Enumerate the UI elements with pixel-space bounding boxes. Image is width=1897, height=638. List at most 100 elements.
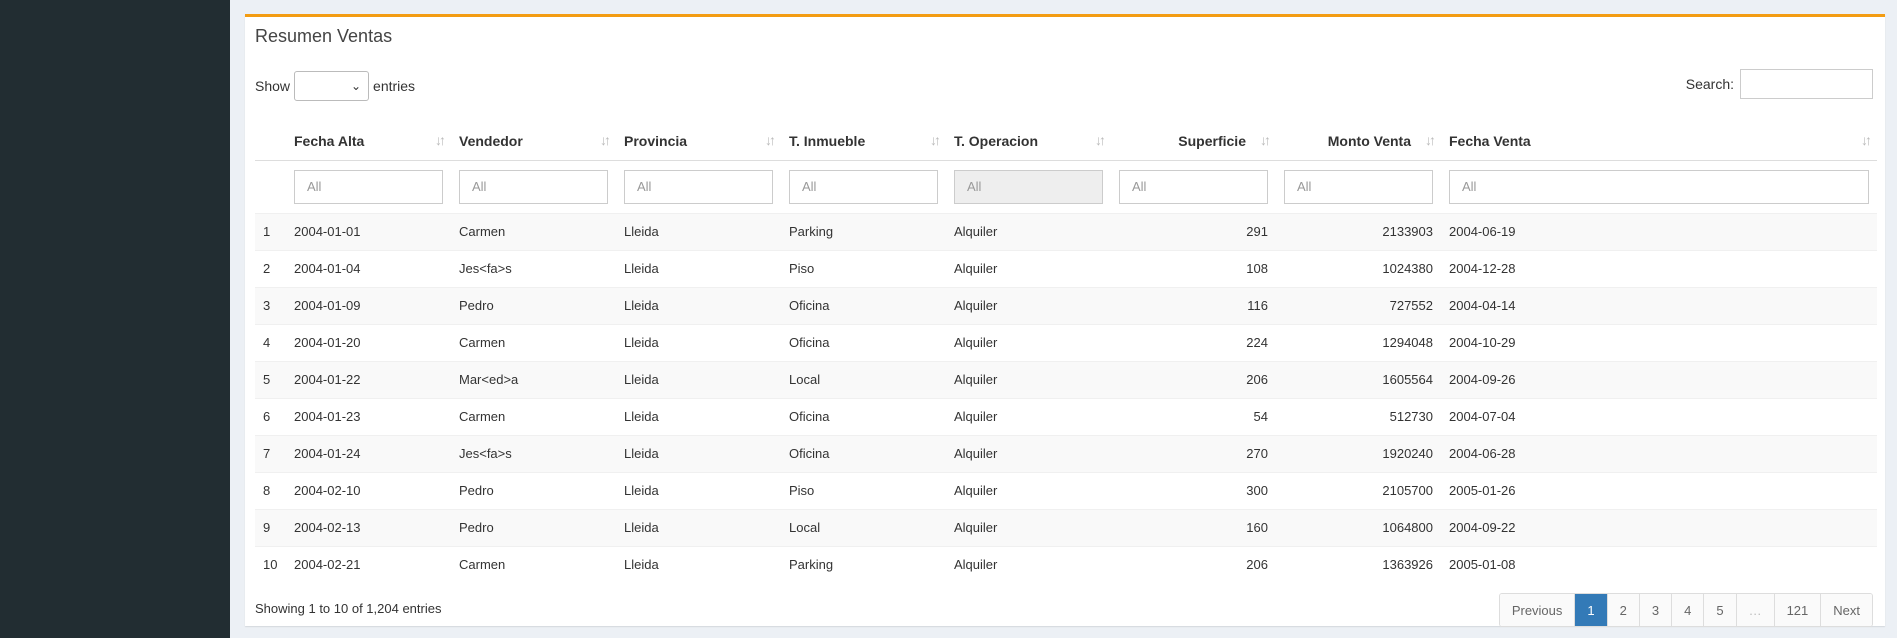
next-button[interactable]: Next: [1820, 594, 1872, 626]
table-cell: Alquiler: [946, 286, 1111, 324]
table-cell: 8: [255, 471, 286, 509]
table-cell: 727552: [1276, 286, 1441, 324]
table-cell: 2105700: [1276, 471, 1441, 509]
header-vendedor[interactable]: Vendedor ↓↑: [451, 122, 616, 161]
table-row[interactable]: 2 2004-01-04 Jes<fa>s Lleida Piso Alquiler 108…: [255, 249, 1877, 287]
table-cell: Jes<fa>s: [451, 434, 616, 472]
page-button-2[interactable]: 2: [1606, 594, 1639, 626]
sort-icon[interactable]: ↓↑: [600, 132, 611, 148]
page-button-5[interactable]: 5: [1703, 594, 1736, 626]
table-cell: 2004-01-22: [286, 360, 451, 398]
table-cell: 2004-01-20: [286, 323, 451, 361]
sort-icon[interactable]: ↓↑: [930, 132, 941, 148]
sort-icon[interactable]: ↓↑: [1260, 132, 1271, 148]
summary-box: Resumen Ventas Show ⌄ entries Search: Fe…: [245, 14, 1885, 627]
page-button-1[interactable]: 1: [1574, 594, 1607, 626]
table-cell: Parking: [781, 212, 946, 250]
table-cell: Pedro: [451, 471, 616, 509]
table-cell: Pedro: [451, 286, 616, 324]
table-cell: Lleida: [616, 434, 781, 472]
table-cell: 2004-01-24: [286, 434, 451, 472]
column-filter-input[interactable]: All: [1119, 169, 1268, 204]
table-cell: Carmen: [451, 323, 616, 361]
chevron-down-icon: ⌄: [350, 79, 362, 93]
table-cell: Mar<ed>a: [451, 360, 616, 398]
table-row[interactable]: 10 2004-02-21 Carmen Lleida Parking Alquiler 2…: [255, 545, 1877, 583]
sort-icon[interactable]: ↓↑: [1861, 132, 1872, 148]
table-cell: Piso: [781, 249, 946, 287]
header-fecha-alta[interactable]: Fecha Alta ↓↑: [286, 122, 451, 161]
page-button-121[interactable]: 121: [1773, 594, 1821, 626]
header-t-inmueble[interactable]: T. Inmueble ↓↑: [781, 122, 946, 161]
column-filter-input[interactable]: All: [459, 169, 608, 204]
table-cell: Alquiler: [946, 397, 1111, 435]
header-label: Fecha Venta: [1449, 132, 1531, 149]
table-cell: 160: [1111, 508, 1276, 546]
table-cell: Lleida: [616, 286, 781, 324]
filter-cell: All: [451, 160, 616, 213]
table-cell: Lleida: [616, 360, 781, 398]
table-cell: 10: [255, 545, 286, 583]
table-cell: 2004-12-28: [1441, 249, 1877, 287]
column-filter-input[interactable]: All: [789, 169, 938, 204]
previous-button[interactable]: Previous: [1499, 594, 1575, 626]
header-superficie[interactable]: Superficie ↓↑: [1111, 122, 1276, 161]
header-monto-venta[interactable]: Monto Venta ↓↑: [1276, 122, 1441, 161]
page-button-4[interactable]: 4: [1671, 594, 1704, 626]
table-cell: 2: [255, 249, 286, 287]
page-button-3[interactable]: 3: [1638, 594, 1672, 626]
search: Search:: [1686, 69, 1873, 99]
table-cell: Pedro: [451, 508, 616, 546]
table-cell: Lleida: [616, 323, 781, 361]
header-fecha-venta[interactable]: Fecha Venta ↓↑: [1441, 122, 1877, 161]
header-provincia[interactable]: Provincia ↓↑: [616, 122, 781, 161]
header-row: Fecha Alta ↓↑ Vendedor ↓↑ Provincia ↓↑ T. Inmu…: [255, 122, 1877, 161]
table-cell: Alquiler: [946, 545, 1111, 583]
table-cell: 206: [1111, 360, 1276, 398]
table-cell: Alquiler: [946, 508, 1111, 546]
table-cell: 2004-09-22: [1441, 508, 1877, 546]
entries-label: entries: [373, 78, 416, 94]
sort-icon[interactable]: ↓↑: [765, 132, 776, 148]
table-row[interactable]: 8 2004-02-10 Pedro Lleida Piso Alquiler 300 210…: [255, 471, 1877, 509]
column-filter-input[interactable]: All: [1449, 169, 1869, 204]
table-cell: 1920240: [1276, 434, 1441, 472]
main-content: Resumen Ventas Show ⌄ entries Search: Fe…: [230, 0, 1897, 638]
table-cell: 2004-04-14: [1441, 286, 1877, 324]
table-cell: Piso: [781, 471, 946, 509]
table-row[interactable]: 1 2004-01-01 Carmen Lleida Parking Alquiler 29…: [255, 212, 1877, 250]
table-row[interactable]: 6 2004-01-23 Carmen Lleida Oficina Alquiler 54…: [255, 397, 1877, 435]
table-cell: Oficina: [781, 323, 946, 361]
search-input[interactable]: [1740, 69, 1873, 99]
table-cell: 9: [255, 508, 286, 546]
table-row[interactable]: 7 2004-01-24 Jes<fa>s Lleida Oficina Alquiler…: [255, 434, 1877, 472]
table-cell: 206: [1111, 545, 1276, 583]
column-filter-input[interactable]: All: [624, 169, 773, 204]
page-length-select[interactable]: ⌄: [294, 71, 370, 101]
show-label: Show: [255, 78, 291, 94]
table-cell: Lleida: [616, 471, 781, 509]
table-cell: Local: [781, 508, 946, 546]
header-label: Superficie: [1178, 132, 1246, 149]
table-cell: Carmen: [451, 397, 616, 435]
table-row[interactable]: 4 2004-01-20 Carmen Lleida Oficina Alquiler 22…: [255, 323, 1877, 361]
table-cell: 2004-02-13: [286, 508, 451, 546]
column-filter-input[interactable]: All: [294, 169, 443, 204]
column-filter-input: All: [954, 169, 1103, 204]
header-index: [255, 122, 286, 161]
table-row[interactable]: 9 2004-02-13 Pedro Lleida Local Alquiler 160 10…: [255, 508, 1877, 546]
pagination-ellipsis: …: [1735, 594, 1774, 626]
table-cell: Lleida: [616, 545, 781, 583]
sort-icon[interactable]: ↓↑: [1095, 132, 1106, 148]
table-cell: 1064800: [1276, 508, 1441, 546]
header-t-operacion[interactable]: T. Operacion ↓↑: [946, 122, 1111, 161]
table-cell: Jes<fa>s: [451, 249, 616, 287]
table-row[interactable]: 5 2004-01-22 Mar<ed>a Lleida Local Alquiler 20…: [255, 360, 1877, 398]
table-cell: Alquiler: [946, 434, 1111, 472]
sort-icon[interactable]: ↓↑: [1425, 132, 1436, 148]
column-filter-input[interactable]: All: [1284, 169, 1433, 204]
sort-icon[interactable]: ↓↑: [435, 132, 446, 148]
table-cell: 4: [255, 323, 286, 361]
table-cell: 3: [255, 286, 286, 324]
table-row[interactable]: 3 2004-01-09 Pedro Lleida Oficina Alquiler 116…: [255, 286, 1877, 324]
